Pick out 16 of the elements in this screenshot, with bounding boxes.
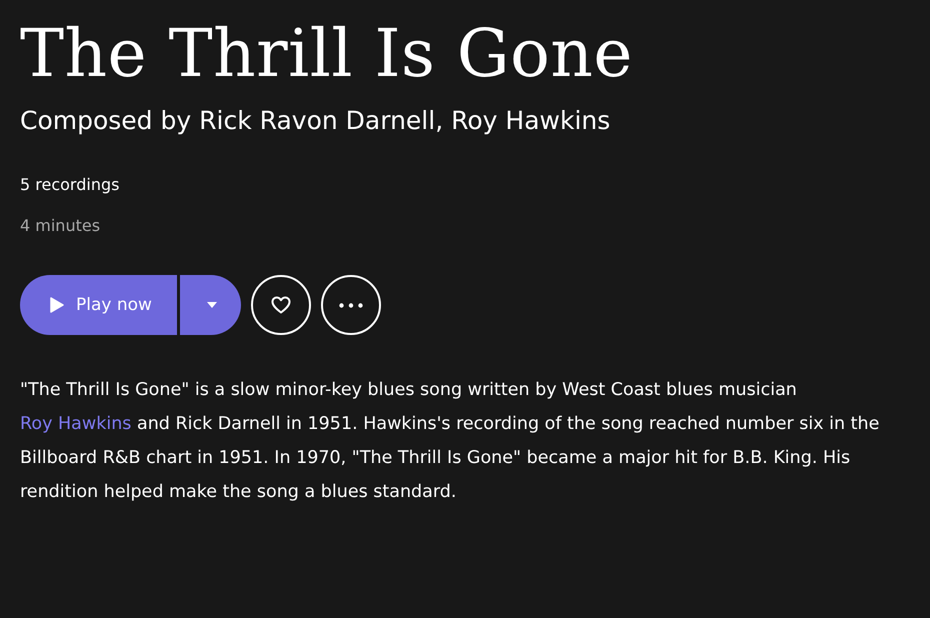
more-icon: [339, 302, 363, 308]
composer-link[interactable]: Roy Hawkins: [451, 106, 610, 135]
composer-link[interactable]: Rick Ravon Darnell,: [199, 106, 444, 135]
description-paragraph: "The Thrill Is Gone" is a slow minor-key blues song written by West Coast blues musician Roy Hawkins and Rick Darnell in 1951. Hawkins's recording of the song reached number six in the Billboard R&B chart in 1951. In 1970, "The Thrill Is Gone" became a major hit for B.B. King. His rendition helped make the song a blues standard.: [20, 379, 880, 504]
song-title: The Thrill Is Gone: [20, 14, 634, 94]
composer-label: Composed by: [20, 106, 192, 135]
favorite-button[interactable]: [251, 275, 311, 335]
recordings-count: 5 recordings: [20, 175, 120, 194]
caret-icon: [206, 302, 216, 308]
play-icon: [50, 297, 64, 313]
more-button[interactable]: [321, 275, 381, 335]
artist-link[interactable]: Roy Hawkins: [20, 414, 132, 434]
duration-text: 4 minutes: [20, 216, 102, 235]
heart-icon: [271, 296, 291, 314]
dropdown-button[interactable]: [180, 275, 241, 335]
play-button[interactable]: Play now: [20, 275, 177, 335]
